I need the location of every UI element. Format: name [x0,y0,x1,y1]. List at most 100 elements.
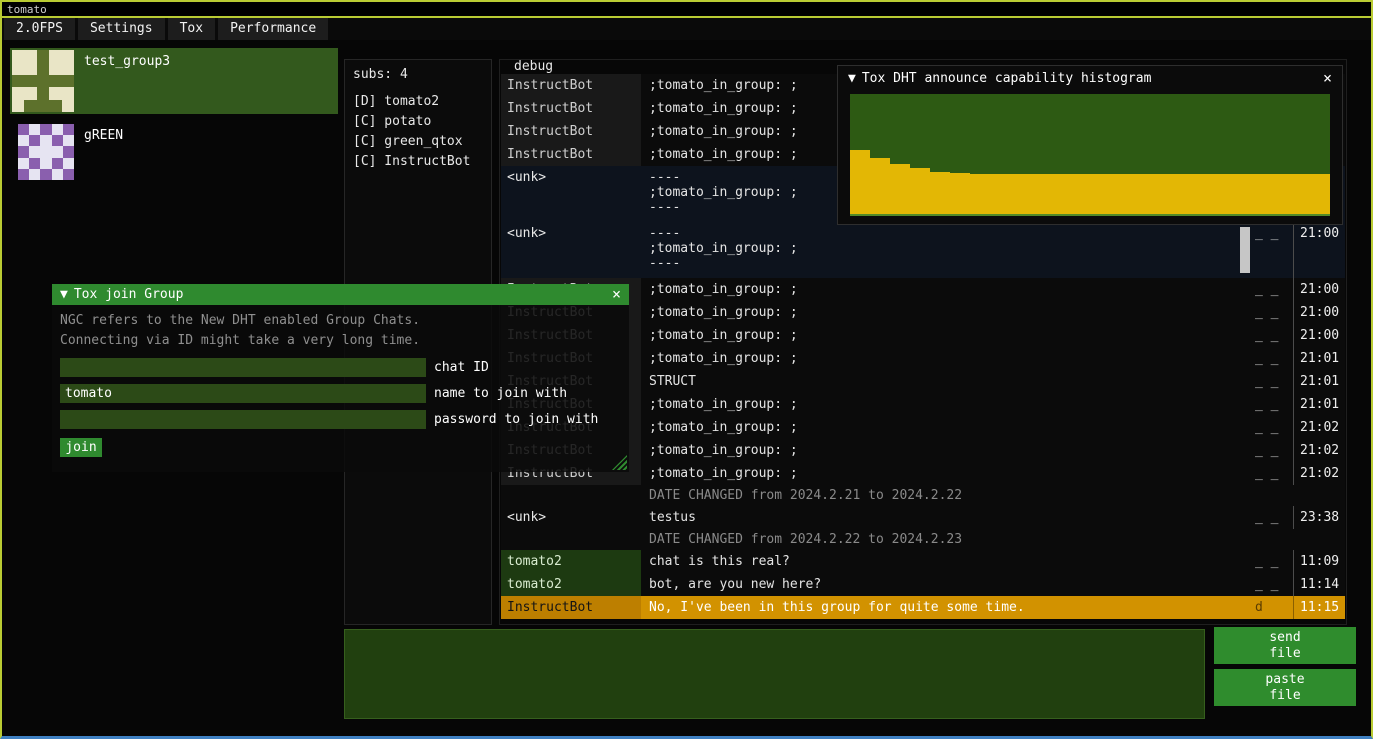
avatar-pixel [12,50,24,62]
histogram-bar [1190,174,1210,214]
chat-row[interactable]: <unk>testus_ _23:38 [501,506,1345,529]
join-dialog-title: Tox join Group [74,287,612,302]
message-sender: tomato2 [501,550,641,573]
avatar-pixel [24,50,36,62]
histogram-bar [1030,174,1050,214]
chat-row[interactable]: tomato2chat is this real?_ _11:09 [501,550,1345,573]
chat-id-input[interactable] [60,358,426,377]
message-text: ;tomato_in_group: ; [641,439,1255,462]
message-text: STRUCT [641,370,1255,393]
avatar-pixel [63,135,74,146]
message-flags: _ _ [1255,278,1293,301]
message-sender: <unk> [501,222,641,278]
chat-scrollbar-thumb[interactable] [1240,227,1250,273]
message-sender: InstructBot [501,596,641,619]
avatar-pixel [12,100,24,112]
window-title: tomato [7,3,47,16]
send-file-label-line1: send [1269,630,1300,646]
message-text: No, I've been in this group for quite so… [641,596,1255,619]
close-icon[interactable]: × [612,287,621,302]
menu-settings[interactable]: Settings [78,18,165,40]
resize-grip-icon[interactable] [612,455,627,470]
avatar-pixel [49,100,61,112]
avatar-pixel [49,87,61,99]
avatar-pixel [49,75,61,87]
message-sender: <unk> [501,166,641,222]
histogram-bar [1270,174,1290,214]
avatar-pixel [40,135,51,146]
member-item[interactable]: [C] potato [345,112,491,132]
send-file-button[interactable]: send file [1214,627,1356,664]
avatar-pixel [29,135,40,146]
date-separator: DATE CHANGED from 2024.2.21 to 2024.2.22 [501,485,1345,506]
subs-header: subs: 4 [345,60,491,92]
group-item-gREEN[interactable]: gREEN [10,122,338,182]
member-item[interactable]: [C] InstructBot [345,152,491,172]
message-flags: _ _ [1255,370,1293,393]
avatar-pixel [29,146,40,157]
message-text: ;tomato_in_group: ; [641,393,1255,416]
histogram-bar [1250,174,1270,214]
menu-bar: 2.0FPS Settings Tox Performance [2,18,1371,40]
histogram-bar [970,174,990,214]
message-text: ;tomato_in_group: ; [641,301,1255,324]
collapse-arrow-icon[interactable]: ▼ [60,287,68,302]
message-time: 21:01 [1293,370,1345,393]
message-text: ;tomato_in_group: ; [641,324,1255,347]
chat-row[interactable]: <unk>----;tomato_in_group: ;----_ _21:00 [501,222,1345,278]
member-item[interactable]: [D] tomato2 [345,92,491,112]
join-group-dialog: ▼ Tox join Group × NGC refers to the New… [52,284,629,472]
avatar-pixel [49,62,61,74]
close-icon[interactable]: × [1323,71,1332,86]
histogram-bar [930,172,950,214]
avatar-pixel [24,75,36,87]
group-item-test_group3[interactable]: test_group3 [10,48,338,114]
avatar-pixel [62,87,74,99]
window-titlebar[interactable]: tomato [2,2,1371,18]
menu-performance[interactable]: Performance [218,18,328,40]
avatar-pixel [52,169,63,180]
avatar-pixel [37,75,49,87]
join-button[interactable]: join [60,438,102,457]
group-avatar [18,124,74,180]
message-sender: InstructBot [501,74,641,97]
group-name: test_group3 [84,54,170,69]
histogram-bar [1230,174,1250,214]
histogram-bar [1150,174,1170,214]
avatar-pixel [24,100,36,112]
histogram-titlebar[interactable]: ▼ Tox DHT announce capability histogram … [838,66,1342,90]
message-time: 21:01 [1293,393,1345,416]
collapse-arrow-icon[interactable]: ▼ [848,71,856,86]
join-name-input[interactable] [60,384,426,403]
histogram-bar [1170,174,1190,214]
avatar-pixel [52,135,63,146]
member-list: [D] tomato2[C] potato[C] green_qtox[C] I… [345,92,491,172]
message-flags: d [1255,596,1293,619]
message-time: 21:00 [1293,222,1345,278]
avatar-pixel [62,50,74,62]
member-item[interactable]: [C] green_qtox [345,132,491,152]
menu-tox[interactable]: Tox [168,18,215,40]
message-time: 11:15 [1293,596,1345,619]
message-text: ;tomato_in_group: ; [641,462,1255,485]
message-flags: _ _ [1255,462,1293,485]
histogram-bar [1070,174,1090,214]
message-flags: _ _ [1255,550,1293,573]
message-input[interactable] [344,629,1205,719]
paste-file-button[interactable]: paste file [1214,669,1356,706]
avatar-pixel [12,87,24,99]
chat-row[interactable]: InstructBotNo, I've been in this group f… [501,596,1345,619]
message-flags: _ _ [1255,573,1293,596]
avatar-pixel [37,100,49,112]
avatar-pixel [40,158,51,169]
avatar-pixel [18,146,29,157]
chat-row[interactable]: tomato2bot, are you new here?_ _11:14 [501,573,1345,596]
histogram-bar [870,158,890,214]
join-password-input[interactable] [60,410,426,429]
send-file-label-line2: file [1269,646,1300,662]
avatar-pixel [63,158,74,169]
avatar-pixel [52,124,63,135]
join-dialog-titlebar[interactable]: ▼ Tox join Group × [52,284,629,305]
histogram-bar [1310,174,1330,214]
message-text: ----;tomato_in_group: ;---- [641,222,1255,278]
